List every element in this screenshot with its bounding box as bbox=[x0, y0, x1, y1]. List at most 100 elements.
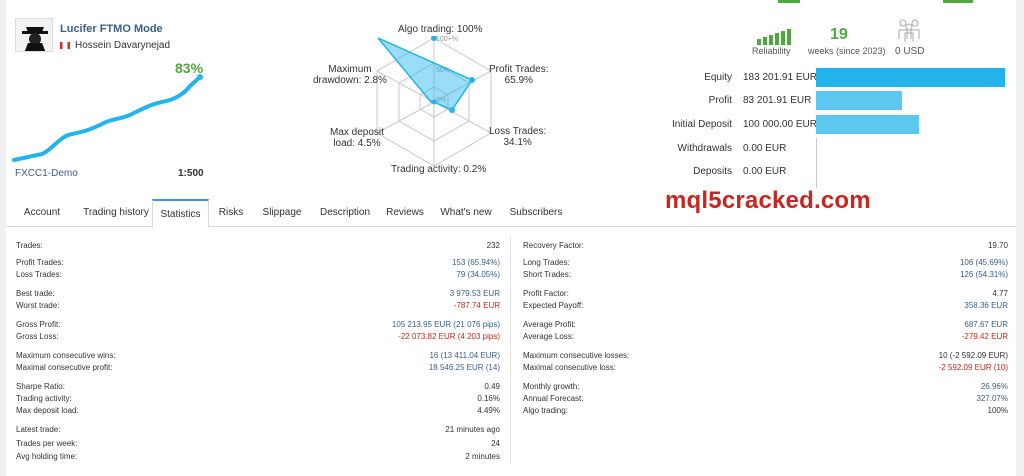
radar-label-algo-trading: Algo trading: 100% bbox=[398, 24, 483, 35]
stats-row: Gross Loss: -22 073.82 EUR (4 203 pips) bbox=[16, 331, 500, 343]
tab-account[interactable]: Account bbox=[14, 199, 70, 227]
radar-label-loss-trades: Loss Trades: 34.1% bbox=[489, 126, 547, 148]
stats-label: Maximal consecutive profit: bbox=[16, 363, 113, 372]
stats-value: 358.36 EUR bbox=[964, 301, 1008, 310]
subscription-price: 0 USD bbox=[895, 46, 925, 57]
tab-slippage[interactable]: Slippage bbox=[260, 199, 304, 227]
tab-whats-new[interactable]: What's new bbox=[440, 199, 492, 227]
radar-point-loss bbox=[449, 107, 455, 113]
balance-value: 0.00 EUR bbox=[743, 166, 787, 177]
stats-label: Maximum consecutive wins: bbox=[16, 351, 116, 360]
radar-point-center bbox=[431, 99, 437, 105]
stats-label: Worst trade: bbox=[16, 301, 60, 310]
subscribers-icon bbox=[898, 19, 920, 42]
stats-label: Annual Forecast: bbox=[523, 394, 584, 403]
stats-row: Max deposit load: 4.49% bbox=[16, 405, 500, 417]
radar-ring-label-100: 100+% bbox=[436, 36, 458, 43]
canada-flag-icon bbox=[60, 42, 70, 49]
stats-label: Best trade: bbox=[16, 289, 55, 298]
balance-value: 83 201.91 EUR bbox=[743, 95, 812, 106]
stats-row: Trades per week: 24 bbox=[16, 438, 500, 450]
stats-value: 4.77 bbox=[992, 289, 1008, 298]
radar-point-profit bbox=[469, 77, 475, 83]
watermark-text: mql5cracked.com bbox=[665, 187, 871, 214]
reliability-bars-icon bbox=[757, 27, 791, 45]
stats-row: Average Profit: 687.67 EUR bbox=[523, 319, 1008, 331]
stats-value: 4.49% bbox=[477, 406, 500, 415]
balance-label: Initial Deposit bbox=[671, 119, 732, 130]
stats-value: -279.42 EUR bbox=[961, 332, 1008, 341]
weeks-label: weeks (since 2023) bbox=[808, 46, 886, 56]
stats-label: Sharpe Ratio: bbox=[16, 382, 65, 391]
tab-description[interactable]: Description bbox=[316, 199, 374, 227]
stats-value: 0.49 bbox=[484, 382, 500, 391]
tab-statistics[interactable]: Statistics bbox=[152, 199, 209, 228]
stats-value: 100% bbox=[987, 406, 1008, 415]
balance-label: Equity bbox=[704, 72, 732, 83]
radar-label-trading-activity: Trading activity: 0.2% bbox=[391, 164, 487, 175]
stats-label: Algo trading: bbox=[523, 406, 568, 415]
balance-bar bbox=[816, 91, 902, 110]
balance-row: Withdrawals 0.00 EUR bbox=[640, 139, 1012, 159]
stats-label: Profit Trades: bbox=[16, 258, 64, 267]
stats-row: Trades: 232 bbox=[16, 240, 500, 252]
stats-value: -2 592.09 EUR (10) bbox=[938, 363, 1008, 372]
stats-label: Trading activity: bbox=[16, 394, 72, 403]
stats-row: Maximum consecutive wins: 16 (13 411.04 E… bbox=[16, 350, 500, 362]
stats-row: Short Trades: 126 (54.31%) bbox=[523, 269, 1008, 281]
stats-row: Expected Payoff: 358.36 EUR bbox=[523, 300, 1008, 312]
avatar[interactable] bbox=[15, 18, 53, 52]
stats-value: 18 546.25 EUR (14) bbox=[428, 363, 500, 372]
stats-value: 19.70 bbox=[987, 241, 1008, 250]
stats-value: 327.07% bbox=[976, 394, 1008, 403]
tab-trading-history[interactable]: Trading history bbox=[76, 199, 156, 227]
stats-row: Monthly growth: 26.96% bbox=[523, 381, 1008, 393]
stats-label: Gross Loss: bbox=[16, 332, 59, 341]
stats-row: Long Trades: 106 (45.69%) bbox=[523, 257, 1008, 269]
stats-row: Average Loss: -279.42 EUR bbox=[523, 331, 1008, 343]
balance-value: 0.00 EUR bbox=[743, 143, 787, 154]
stats-label: Average Loss: bbox=[523, 332, 574, 341]
radar-label-max-drawdown: Maximum drawdown: 2.8% bbox=[313, 64, 387, 86]
stats-row: Avg holding time: 2 minutes bbox=[16, 451, 500, 463]
stats-label: Profit Factor: bbox=[523, 289, 569, 298]
radar-label-profit-trades: Profit Trades: 65.9% bbox=[489, 64, 549, 86]
signal-title[interactable]: Lucifer FTMO Mode bbox=[60, 23, 163, 35]
stats-label: Recovery Factor: bbox=[523, 241, 584, 250]
growth-endpoint bbox=[197, 74, 203, 80]
stats-label: Monthly growth: bbox=[523, 382, 580, 391]
stats-value: -22 073.82 EUR (4 203 pips) bbox=[398, 332, 500, 341]
leverage: 1:500 bbox=[178, 168, 204, 179]
stats-label: Latest trade: bbox=[16, 425, 61, 434]
tab-reviews[interactable]: Reviews bbox=[386, 199, 424, 227]
balance-row: Profit 83 201.91 EUR bbox=[640, 91, 1012, 111]
tab-subscribers[interactable]: Subscribers bbox=[506, 199, 566, 227]
stats-label: Trades per week: bbox=[16, 439, 78, 448]
stats-label: Maximal consecutive loss: bbox=[523, 363, 616, 372]
stats-label: Average Profit: bbox=[523, 320, 576, 329]
stats-label: Max deposit load: bbox=[16, 406, 79, 415]
stats-label: Loss Trades: bbox=[16, 270, 62, 279]
balance-value: 100 000.00 EUR bbox=[743, 119, 817, 130]
balance-label: Profit bbox=[708, 95, 732, 106]
balance-axis bbox=[816, 138, 817, 188]
stats-value: 0.16% bbox=[477, 394, 500, 403]
stats-divider bbox=[510, 236, 511, 464]
stats-value: 126 (54.31%) bbox=[959, 270, 1008, 279]
author-name[interactable]: Hossein Davarynejad bbox=[75, 40, 170, 51]
balance-bar bbox=[816, 68, 1005, 87]
stats-label: Maximum consecutive losses: bbox=[523, 351, 630, 360]
stats-row: Maximal consecutive profit: 18 546.25 EUR… bbox=[16, 362, 500, 374]
stats-label: Expected Payoff: bbox=[523, 301, 584, 310]
stats-row: Maximum consecutive losses: 10 (-2 592.09… bbox=[523, 350, 1008, 362]
stats-value: 3 979.53 EUR bbox=[449, 289, 500, 298]
stats-row: Profit Trades: 153 (65.94%) bbox=[16, 257, 500, 269]
stats-value: 153 (65.94%) bbox=[451, 258, 500, 267]
broker-server[interactable]: FXCC1-Demo bbox=[15, 168, 78, 179]
top-stub-right bbox=[943, 0, 973, 3]
balance-row: Initial Deposit 100 000.00 EUR bbox=[640, 115, 1012, 135]
stats-row: Algo trading: 100% bbox=[523, 405, 1008, 417]
radar-label-max-deposit-load: Max deposit load: 4.5% bbox=[330, 127, 384, 149]
stats-value: 79 (34.05%) bbox=[456, 270, 500, 279]
tab-risks[interactable]: Risks bbox=[216, 199, 246, 227]
